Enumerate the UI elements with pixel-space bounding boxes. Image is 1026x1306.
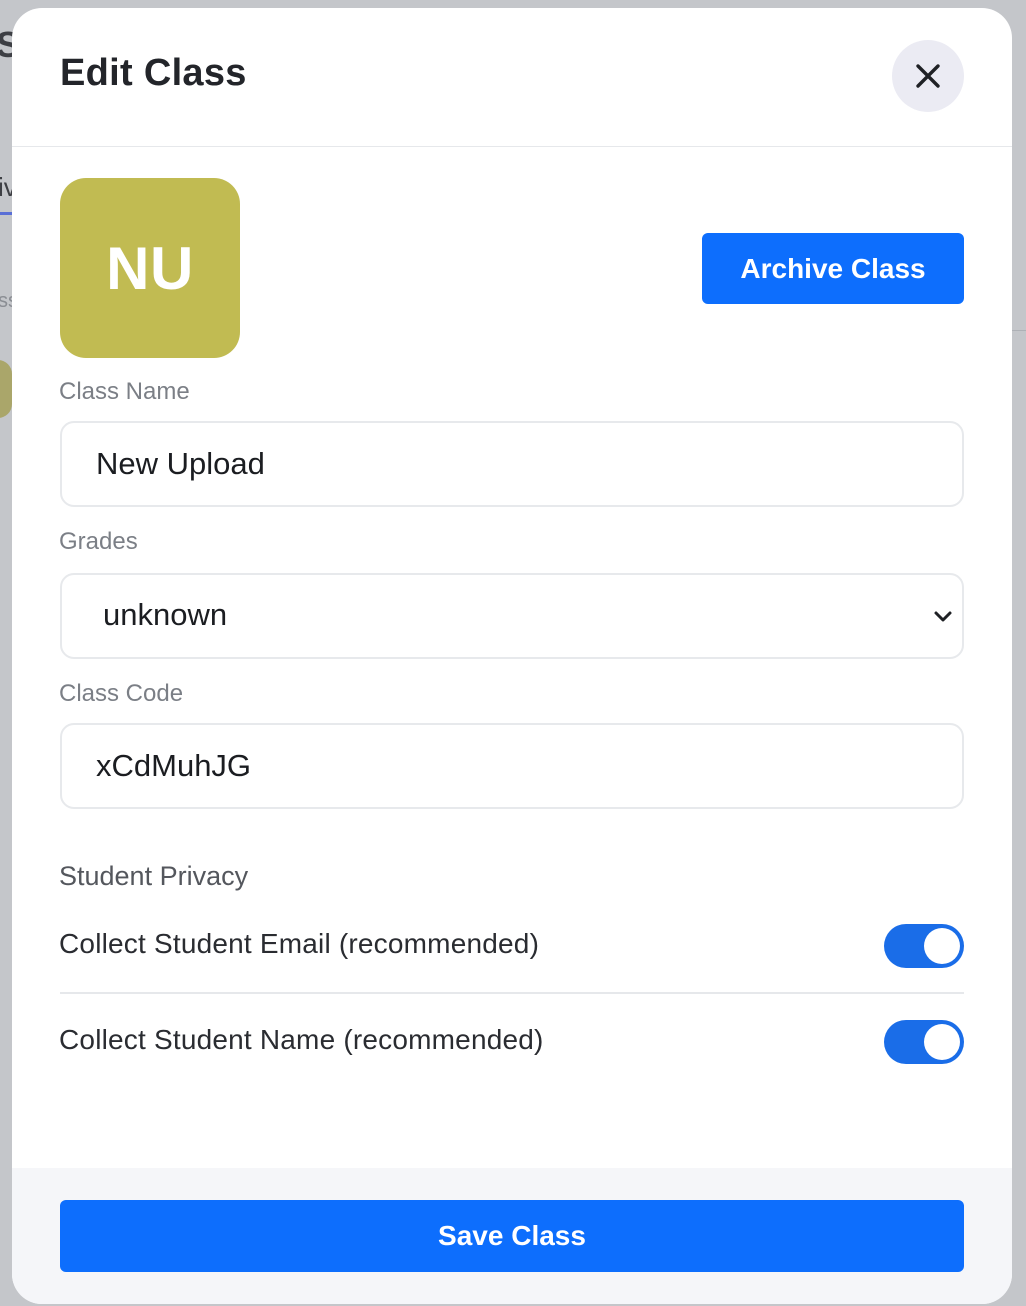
toggle-knob <box>924 1024 960 1060</box>
grades-select[interactable]: unknown <box>60 573 964 659</box>
class-avatar: NU <box>60 178 240 358</box>
grades-label: Grades <box>59 528 138 555</box>
save-class-button[interactable]: Save Class <box>60 1200 964 1272</box>
modal-footer: Save Class <box>12 1168 1012 1304</box>
close-icon <box>916 64 940 88</box>
class-name-input[interactable] <box>62 423 962 505</box>
toggle-knob <box>924 928 960 964</box>
collect-email-toggle[interactable] <box>884 924 964 968</box>
background-avatar-fragment <box>0 360 12 418</box>
privacy-divider <box>60 992 964 994</box>
modal-header: Edit Class <box>12 8 1012 147</box>
class-code-label: Class Code <box>59 680 184 707</box>
archive-class-button[interactable]: Archive Class <box>702 233 964 304</box>
class-name-field-box <box>60 421 964 507</box>
background-tab-underline <box>0 212 12 215</box>
close-button[interactable] <box>892 40 964 112</box>
class-name-label: Class Name <box>59 378 190 405</box>
collect-name-label: Collect Student Name (recommended) <box>59 1024 544 1055</box>
background-divider <box>1012 330 1026 331</box>
collect-name-toggle[interactable] <box>884 1020 964 1064</box>
student-privacy-heading: Student Privacy <box>59 861 249 891</box>
edit-class-modal: Edit Class NU Archive Class Class Name G… <box>12 8 1012 1304</box>
grades-selected-value: unknown <box>103 597 228 632</box>
class-code-input[interactable] <box>62 725 962 807</box>
collect-email-label: Collect Student Email (recommended) <box>59 928 540 959</box>
modal-title: Edit Class <box>60 52 247 94</box>
avatar-initials: NU <box>106 234 194 302</box>
chevron-down-icon <box>934 611 952 622</box>
class-code-field-box <box>60 723 964 809</box>
